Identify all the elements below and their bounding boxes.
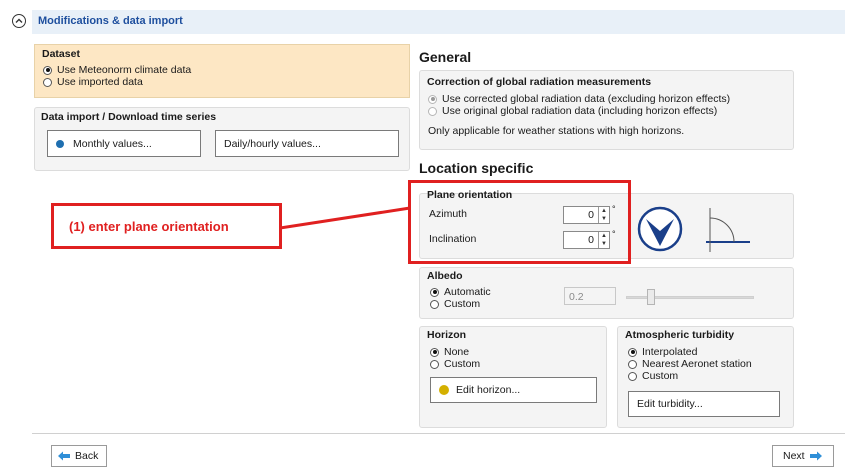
inclination-degree-unit: ° [612,229,616,239]
button-label: Next [783,450,805,462]
turbidity-title: Atmospheric turbidity [625,329,735,341]
azimuth-stepper[interactable]: 0 ▲ ▼ [563,206,610,224]
horizon-option-custom[interactable]: Custom [430,358,480,370]
button-label: Daily/hourly values... [224,137,321,150]
orientation-compass-icon [637,206,683,252]
data-import-title: Data import / Download time series [41,111,217,123]
daily-hourly-values-button[interactable]: Daily/hourly values... [215,130,399,157]
decrement-icon[interactable]: ▼ [599,240,609,248]
option-label: Custom [642,370,679,382]
albedo-option-custom[interactable]: Custom [430,298,480,310]
radio-icon[interactable] [428,94,437,104]
increment-icon[interactable]: ▲ [599,207,609,215]
radio-icon[interactable] [428,106,437,116]
dataset-title: Dataset [42,48,80,60]
edit-horizon-button[interactable]: Edit horizon... [430,377,597,403]
correction-option-original[interactable]: Use original global radiation data (incl… [428,105,717,117]
horizon-sun-icon [439,385,449,395]
azimuth-label: Azimuth [429,208,467,220]
option-label: Use original global radiation data (incl… [442,105,718,117]
inclination-label: Inclination [429,233,477,245]
turbidity-option-custom[interactable]: Custom [628,370,678,382]
radio-icon[interactable] [430,287,439,297]
back-arrow-icon [58,451,70,461]
annotation-callout: (1) enter plane orientation [51,203,282,249]
monthly-values-button[interactable]: Monthly values... [47,130,201,157]
radio-icon[interactable] [628,371,637,381]
correction-title: Correction of global radiation measureme… [427,76,652,88]
inclination-value[interactable]: 0 [588,234,598,246]
albedo-title: Albedo [427,270,463,282]
footer-divider [32,433,845,434]
option-label: Use imported data [57,76,143,88]
button-label: Edit horizon... [456,384,521,396]
option-label: Custom [444,358,481,370]
azimuth-degree-unit: ° [612,204,616,214]
turbidity-option-aeronet[interactable]: Nearest Aeronet station [628,358,752,370]
section-header: Modifications & data import [0,10,845,34]
back-button[interactable]: Back [51,445,107,467]
button-label: Back [75,450,99,462]
radio-icon[interactable] [628,347,637,357]
correction-note: Only applicable for weather stations wit… [428,125,685,137]
button-label: Edit turbidity... [637,398,703,410]
annotation-text: (1) enter plane orientation [69,219,229,234]
albedo-slider-track[interactable] [626,296,754,299]
option-label: Interpolated [642,346,698,358]
albedo-panel: Albedo Automatic Custom 0.2 [419,267,794,319]
radio-icon[interactable] [43,77,52,87]
next-arrow-icon [809,451,822,461]
data-import-panel: Data import / Download time series Month… [34,107,410,171]
radio-icon[interactable] [628,359,637,369]
option-label: Nearest Aeronet station [642,358,752,370]
horizon-panel: Horizon None Custom Edit horizon... [419,326,607,428]
dataset-panel: Dataset Use Meteonorm climate data Use i… [34,44,410,98]
increment-icon[interactable]: ▲ [599,232,609,240]
section-title: Modifications & data import [38,15,183,27]
azimuth-value[interactable]: 0 [588,209,598,221]
next-button[interactable]: Next [772,445,834,467]
option-label: Use Meteonorm climate data [57,64,192,76]
option-label: Custom [444,298,481,310]
collapse-icon[interactable] [12,14,26,28]
option-label: Automatic [444,286,491,298]
dataset-option-meteonorm[interactable]: Use Meteonorm climate data [43,64,191,76]
button-label: Monthly values... [73,137,152,150]
albedo-slider-thumb[interactable] [647,289,655,305]
radio-icon[interactable] [430,347,439,357]
correction-option-corrected[interactable]: Use corrected global radiation data (exc… [428,93,730,105]
radio-icon[interactable] [430,359,439,369]
albedo-value-field[interactable]: 0.2 [564,287,616,305]
radio-icon[interactable] [430,299,439,309]
turbidity-panel: Atmospheric turbidity Interpolated Neare… [617,326,794,428]
turbidity-option-interpolated[interactable]: Interpolated [628,346,697,358]
annotation-connector-line [280,206,411,230]
albedo-option-automatic[interactable]: Automatic [430,286,491,298]
inclination-diagram-icon [706,208,750,252]
inclination-stepper[interactable]: 0 ▲ ▼ [563,231,610,249]
option-label: None [444,346,470,358]
horizon-title: Horizon [427,329,467,341]
plane-orientation-title: Plane orientation [427,189,513,201]
location-specific-title: Location specific [419,160,534,176]
correction-panel: Correction of global radiation measureme… [419,70,794,150]
general-title: General [419,49,472,65]
radio-icon[interactable] [43,65,52,75]
edit-turbidity-button[interactable]: Edit turbidity... [628,391,780,417]
option-label: Use corrected global radiation data (exc… [442,93,731,105]
decrement-icon[interactable]: ▼ [599,215,609,223]
horizon-option-none[interactable]: None [430,346,469,358]
dataset-option-imported[interactable]: Use imported data [43,76,143,88]
blue-dot-icon [56,139,64,148]
